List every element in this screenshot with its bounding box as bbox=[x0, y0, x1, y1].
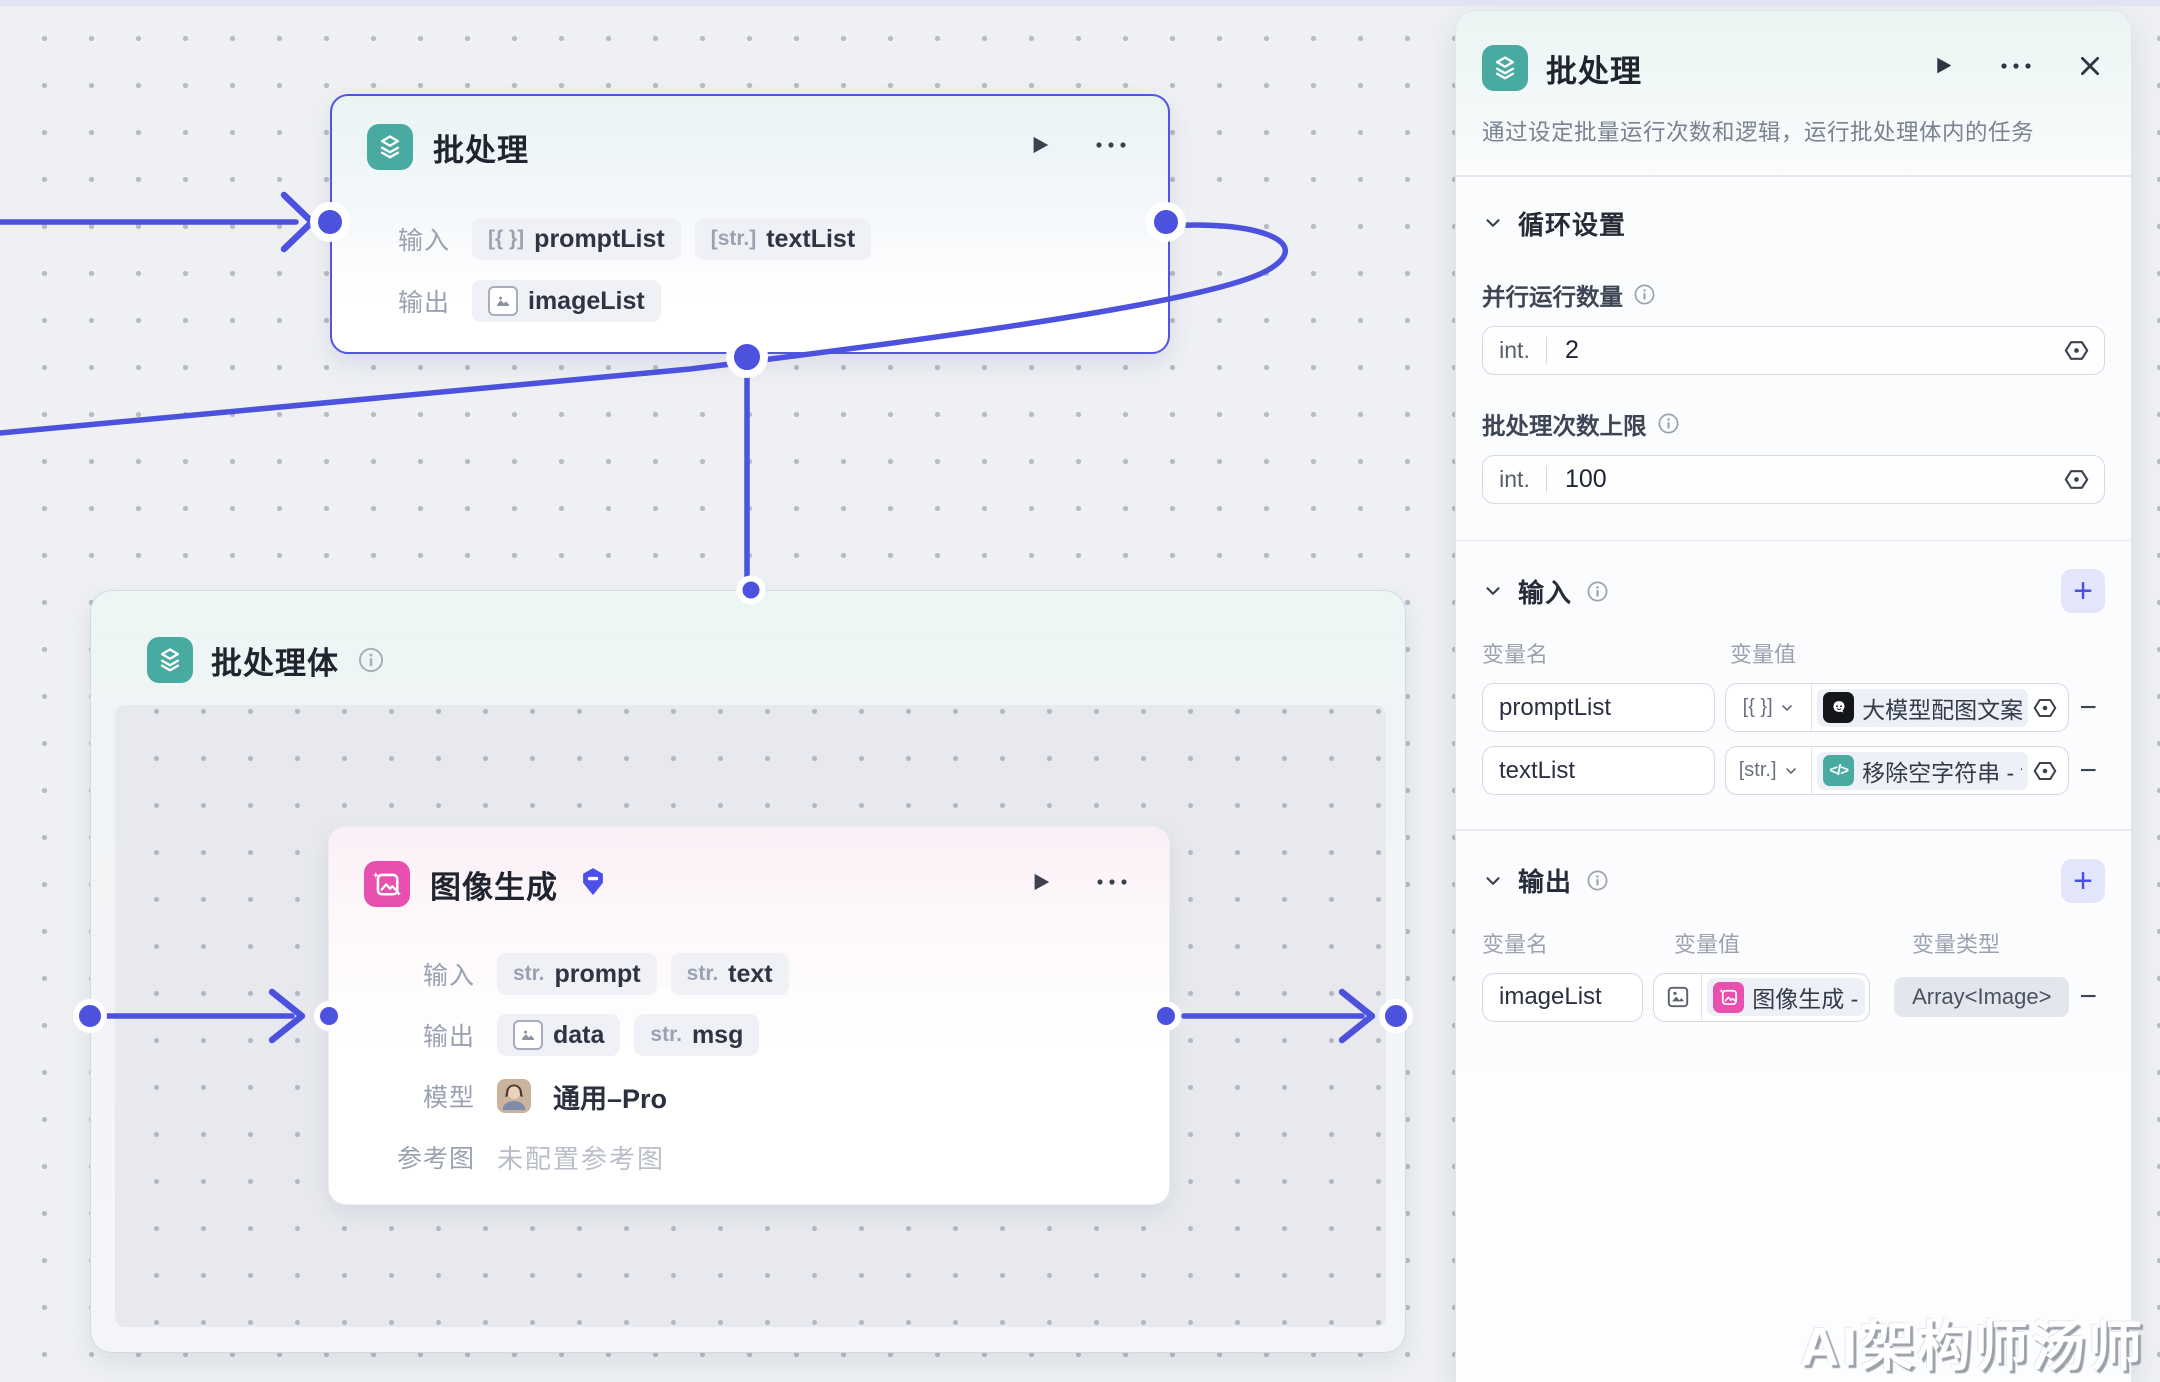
input-row-label: 输入 bbox=[368, 221, 450, 257]
chevron-down-icon bbox=[1779, 700, 1795, 716]
add-input-button[interactable]: + bbox=[2061, 569, 2105, 613]
divider bbox=[1456, 540, 2131, 542]
window-top-strip bbox=[0, 0, 2160, 6]
chevron-down-icon bbox=[1482, 212, 1504, 234]
variable-ref-chip[interactable]: 大模型配图文案 - c bbox=[1817, 689, 2028, 727]
workflow-canvas[interactable]: 批处理体 批处理 输入 [{ }] prom bbox=[0, 0, 2160, 1382]
image-type-icon bbox=[1654, 974, 1702, 1021]
model-row-label: 模型 bbox=[365, 1078, 475, 1114]
info-icon[interactable] bbox=[1657, 412, 1680, 435]
batch-body-header: 批处理体 bbox=[91, 591, 1405, 683]
info-icon[interactable] bbox=[357, 646, 385, 674]
arrowhead bbox=[284, 195, 312, 249]
variable-name-input[interactable]: textList bbox=[1482, 746, 1715, 795]
more-options-button[interactable] bbox=[1094, 138, 1128, 156]
chevron-down-icon bbox=[1783, 763, 1799, 779]
output-row-imageList: imageList 图像生成 - d... Array<Image> − bbox=[1482, 973, 2105, 1022]
chevron-down-icon bbox=[1482, 580, 1504, 602]
input-column-headers: 变量名 变量值 bbox=[1482, 637, 2105, 669]
variable-ref-chip[interactable]: 图像生成 - d... bbox=[1707, 978, 1865, 1016]
section-output[interactable]: 输出 + bbox=[1482, 859, 2105, 903]
int-type-token: int. bbox=[1483, 466, 1547, 493]
batch-node-title: 批处理 bbox=[433, 125, 529, 170]
output-row-label: 输出 bbox=[368, 283, 450, 319]
info-icon[interactable] bbox=[1586, 869, 1609, 892]
variable-chip[interactable]: str. msg bbox=[634, 1014, 759, 1056]
type-selector[interactable]: [{ }] bbox=[1726, 684, 1812, 731]
reference-image-value: 未配置参考图 bbox=[497, 1139, 665, 1176]
image-gen-icon bbox=[364, 861, 410, 907]
variable-ref-chip[interactable]: </> 移除空字符串 - t... bbox=[1817, 752, 2028, 790]
image-gen-title: 图像生成 bbox=[430, 862, 558, 907]
remove-row-button[interactable]: − bbox=[2079, 754, 2105, 788]
output-column-headers: 变量名 变量值 变量类型 bbox=[1482, 927, 2105, 959]
section-loop-settings[interactable]: 循环设置 bbox=[1482, 205, 2105, 242]
panel-description: 通过设定批量运行次数和逻辑，运行批处理体内的任务 bbox=[1482, 115, 2105, 147]
batch-node-header: 批处理 bbox=[332, 96, 1168, 170]
info-icon[interactable] bbox=[1586, 580, 1609, 603]
variable-chip[interactable]: [{ }] promptList bbox=[472, 218, 681, 260]
expression-icon[interactable] bbox=[2032, 758, 2068, 784]
variable-name-input[interactable]: promptList bbox=[1482, 683, 1715, 732]
remove-row-button[interactable]: − bbox=[2079, 980, 2105, 1014]
layers-icon bbox=[147, 637, 193, 683]
expression-icon[interactable] bbox=[2063, 337, 2104, 364]
parallel-count-label: 并行运行数量 bbox=[1482, 278, 2105, 312]
remove-row-button[interactable]: − bbox=[2079, 691, 2105, 725]
batch-body-title: 批处理体 bbox=[211, 638, 339, 683]
variable-name-input[interactable]: imageList bbox=[1482, 973, 1643, 1022]
image-type-icon bbox=[488, 286, 518, 316]
image-gen-source-icon bbox=[1713, 982, 1744, 1013]
code-source-icon: </> bbox=[1823, 755, 1854, 786]
variable-chip[interactable]: imageList bbox=[472, 280, 661, 322]
int-type-token: int. bbox=[1483, 337, 1547, 364]
variable-type-chip: Array<Image> bbox=[1894, 977, 2069, 1017]
input-row-textList: textList [str.] </> 移除空字符串 - t... − bbox=[1482, 746, 2105, 795]
close-icon[interactable] bbox=[2077, 53, 2103, 84]
layers-icon bbox=[1482, 45, 1528, 91]
add-output-button[interactable]: + bbox=[2061, 859, 2105, 903]
more-options-button[interactable] bbox=[1095, 875, 1129, 893]
image-gen-node[interactable]: 图像生成 输入 str. prompt str. text bbox=[328, 826, 1170, 1205]
batch-node[interactable]: 批处理 输入 [{ }] promptList [str.] textList bbox=[330, 94, 1170, 354]
variable-chip[interactable]: str. text bbox=[671, 953, 789, 995]
image-gen-header: 图像生成 bbox=[329, 827, 1169, 907]
run-node-button[interactable] bbox=[1026, 132, 1052, 163]
image-type-icon bbox=[513, 1020, 543, 1050]
string-list-type-token: [str.] bbox=[711, 227, 757, 251]
variable-chip[interactable]: [str.] textList bbox=[695, 218, 871, 260]
expression-icon[interactable] bbox=[2032, 695, 2068, 721]
section-input[interactable]: 输入 + bbox=[1482, 569, 2105, 613]
layers-icon bbox=[367, 124, 413, 170]
model-name[interactable]: 通用–Pro bbox=[553, 1077, 667, 1116]
run-button[interactable] bbox=[1930, 53, 1955, 83]
chevron-down-icon bbox=[1482, 870, 1504, 892]
config-panel: 批处理 通过设定批量运行次数和逻辑，运行批处理体内的任务 循环设置 并行运行数量… bbox=[1455, 10, 2132, 1382]
panel-header: 批处理 bbox=[1482, 11, 2105, 91]
parallel-count-input[interactable]: int. 2 bbox=[1482, 326, 2105, 375]
batch-limit-label: 批处理次数上限 bbox=[1482, 407, 2105, 441]
panel-title: 批处理 bbox=[1546, 46, 1642, 91]
divider bbox=[1456, 175, 2131, 177]
input-row-label: 输入 bbox=[365, 956, 475, 992]
model-avatar bbox=[497, 1079, 531, 1113]
type-selector[interactable]: [str.] bbox=[1726, 747, 1812, 794]
object-list-type-token: [{ }] bbox=[488, 227, 524, 251]
output-row-label: 输出 bbox=[365, 1017, 475, 1053]
variable-chip[interactable]: str. prompt bbox=[497, 953, 657, 995]
run-node-button[interactable] bbox=[1027, 869, 1053, 900]
reference-image-label: 参考图 bbox=[365, 1139, 475, 1175]
variable-chip[interactable]: data bbox=[497, 1014, 620, 1056]
batch-limit-input[interactable]: int. 100 bbox=[1482, 455, 2105, 504]
more-options-button[interactable] bbox=[1999, 59, 2033, 77]
input-row-promptList: promptList [{ }] 大模型配图文案 - c − bbox=[1482, 683, 2105, 732]
llm-source-icon bbox=[1823, 692, 1854, 723]
watermark: AI架构师汤师爷 bbox=[1800, 1302, 2160, 1382]
info-icon[interactable] bbox=[1633, 283, 1656, 306]
expression-icon[interactable] bbox=[2063, 466, 2104, 493]
divider bbox=[1456, 829, 2131, 831]
pin-badge-icon bbox=[580, 867, 606, 902]
